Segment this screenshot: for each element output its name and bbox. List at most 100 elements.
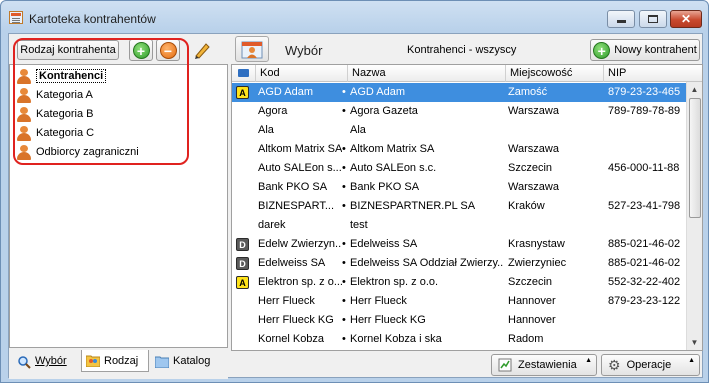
cell-name: Ala bbox=[350, 124, 366, 136]
cell-nip: 885-021-46-02 bbox=[608, 257, 681, 269]
tree-item-label: Kontrahenci bbox=[36, 69, 107, 83]
add-category-button[interactable]: + bbox=[129, 39, 153, 61]
table-row[interactable]: A Elektron sp. z o... • Elektron sp. z o.o.… bbox=[232, 273, 686, 292]
bottom-toolbar: Zestawienia ▲ ⚙ Operacje ▲ bbox=[231, 352, 703, 378]
table-row[interactable]: A AGD Adam • AGD Adam Zamość 879-23-23-465 bbox=[232, 83, 686, 102]
cell-nip bbox=[608, 216, 688, 235]
maximize-button[interactable] bbox=[639, 10, 667, 28]
right-panel: Wybór Kontrahenci - wszyscy + Nowy kontr… bbox=[231, 34, 703, 379]
cell-nip bbox=[608, 140, 688, 159]
column-chooser[interactable] bbox=[232, 65, 256, 82]
cell-city bbox=[508, 121, 604, 140]
table-row[interactable]: Bank PKO SA • Bank PKO SA Warszawa bbox=[232, 178, 686, 197]
new-contractor-button[interactable]: + Nowy kontrahent bbox=[590, 39, 700, 61]
cell-code: Ala bbox=[258, 124, 274, 136]
minimize-button[interactable] bbox=[607, 10, 635, 28]
cell-city: Zamość bbox=[508, 86, 548, 98]
table-row[interactable]: Ala Ala bbox=[232, 121, 686, 140]
cell-nip bbox=[608, 311, 688, 330]
cell-code: Edelw Zwierzyn... bbox=[258, 238, 342, 250]
table-row[interactable]: Altkom Matrix SA • Altkom Matrix SA Warszaw… bbox=[232, 140, 686, 159]
left-tabs: Wybór Rodzaj Katalog bbox=[9, 350, 228, 374]
cell-name: Edelweiss SA bbox=[350, 238, 418, 250]
table-row[interactable]: D Edelw Zwierzyn... • Edelweiss SA Krasnysta… bbox=[232, 235, 686, 254]
left-panel: Rodzaj kontrahenta + − Kontrahenci Kateg… bbox=[9, 34, 228, 379]
tab-label: Katalog bbox=[173, 355, 211, 367]
table-row[interactable]: Kornel Kobza • Kornel Kobza i ska Radom bbox=[232, 330, 686, 349]
bullet-icon: • bbox=[342, 162, 346, 174]
cell-city: Warszawa bbox=[508, 181, 559, 193]
person-icon bbox=[16, 87, 32, 103]
bullet-icon: • bbox=[342, 295, 346, 307]
cell-nip: 789-789-78-89 bbox=[608, 105, 681, 117]
table-row[interactable]: D Edelweiss SA • Edelweiss SA Oddział Zwier… bbox=[232, 254, 686, 273]
column-header-city[interactable]: Miejscowość bbox=[506, 65, 604, 82]
tree-item-category-c[interactable]: Kategoria C bbox=[16, 124, 94, 142]
cell-code: Altkom Matrix SA bbox=[258, 143, 342, 155]
cell-code: BIZNESPART... bbox=[258, 200, 335, 212]
summaries-button[interactable]: Zestawienia ▲ bbox=[491, 354, 597, 376]
cell-city: Krasnystaw bbox=[508, 238, 565, 250]
tab-katalog[interactable]: Katalog bbox=[151, 350, 221, 372]
status-badge: A bbox=[236, 276, 249, 289]
cell-city bbox=[508, 216, 604, 235]
remove-category-button[interactable]: − bbox=[156, 39, 180, 61]
cell-name: Herr Flueck KG bbox=[350, 314, 426, 326]
scroll-up-arrow-icon[interactable]: ▲ bbox=[687, 82, 702, 97]
column-header-name[interactable]: Nazwa bbox=[348, 65, 506, 82]
table-row[interactable]: Auto SALEon s... • Auto SALEon s.c. Szczeci… bbox=[232, 159, 686, 178]
cell-code: Bank PKO SA bbox=[258, 181, 328, 193]
new-contractor-label: Nowy kontrahent bbox=[614, 44, 697, 56]
table-row[interactable]: BIZNESPART... • BIZNESPARTNER.PL SA Kraków 5… bbox=[232, 197, 686, 216]
caret-up-icon: ▲ bbox=[688, 357, 695, 364]
status-badge: D bbox=[236, 257, 249, 270]
tree-item-label: Kategoria C bbox=[36, 127, 95, 139]
card-file-icon bbox=[9, 11, 23, 24]
cell-nip: 879-23-23-122 bbox=[608, 295, 681, 307]
scroll-down-arrow-icon[interactable]: ▼ bbox=[687, 335, 702, 350]
table-row[interactable]: darek test bbox=[232, 216, 686, 235]
tree-item-contractors[interactable]: Kontrahenci bbox=[16, 67, 107, 85]
tree-item-foreign-recipients[interactable]: Odbiorcy zagraniczni bbox=[16, 143, 139, 161]
bullet-icon: • bbox=[342, 86, 346, 98]
cell-code: darek bbox=[258, 219, 286, 231]
scroll-thumb[interactable] bbox=[689, 98, 701, 218]
contractors-grid[interactable]: Kod Nazwa Miejscowość NIP A AGD Adam • AGD … bbox=[231, 64, 703, 351]
cell-code: Agora bbox=[258, 105, 288, 117]
cell-city: Zwierzyniec bbox=[508, 257, 567, 269]
table-row[interactable]: Agora • Agora Gazeta Warszawa 789-789-78-89 bbox=[232, 102, 686, 121]
main-window: Kartoteka kontrahentów ✕ Rodzaj kontrahe… bbox=[0, 0, 709, 383]
cell-city: Warszawa bbox=[508, 105, 559, 117]
cell-nip: 456-000-11-88 bbox=[608, 162, 680, 174]
cell-name: Kornel Kobza i ska bbox=[350, 333, 442, 345]
tab-rodzaj[interactable]: Rodzaj bbox=[81, 350, 149, 372]
column-header-code[interactable]: Kod bbox=[256, 65, 348, 82]
operations-button[interactable]: ⚙ Operacje ▲ bbox=[601, 354, 700, 376]
category-tree[interactable]: Kontrahenci Kategoria A Kategoria B Kate… bbox=[9, 64, 228, 348]
edit-category-button[interactable] bbox=[191, 40, 213, 60]
cell-city: Hannover bbox=[508, 314, 556, 326]
close-button[interactable]: ✕ bbox=[670, 10, 702, 28]
tab-label: Wybór bbox=[35, 355, 67, 367]
cell-name: Bank PKO SA bbox=[350, 181, 420, 193]
folder-people-icon bbox=[85, 354, 101, 368]
tab-wybor[interactable]: Wybór bbox=[13, 350, 73, 372]
column-header-nip[interactable]: NIP bbox=[604, 65, 702, 82]
cell-nip: 552-32-22-402 bbox=[608, 276, 681, 288]
contractor-type-button[interactable]: Rodzaj kontrahenta bbox=[17, 40, 119, 60]
selection-label: Wybór bbox=[285, 43, 323, 58]
pencil-icon bbox=[195, 43, 210, 59]
cell-name: Auto SALEon s.c. bbox=[350, 162, 437, 174]
cell-code: Edelweiss SA bbox=[258, 257, 326, 269]
vertical-scrollbar[interactable]: ▲ ▼ bbox=[686, 82, 702, 350]
bullet-icon: • bbox=[342, 200, 346, 212]
selection-mode-button[interactable] bbox=[235, 36, 269, 62]
tree-item-category-b[interactable]: Kategoria B bbox=[16, 105, 93, 123]
person-icon bbox=[16, 144, 32, 160]
table-row[interactable]: Herr Flueck • Herr Flueck Hannover 879-23-23… bbox=[232, 292, 686, 311]
window-title: Kartoteka kontrahentów bbox=[29, 12, 156, 26]
cell-name: AGD Adam bbox=[350, 86, 406, 98]
bullet-icon: • bbox=[342, 314, 346, 326]
tree-item-category-a[interactable]: Kategoria A bbox=[16, 86, 93, 104]
table-row[interactable]: Herr Flueck KG • Herr Flueck KG Hannover bbox=[232, 311, 686, 330]
